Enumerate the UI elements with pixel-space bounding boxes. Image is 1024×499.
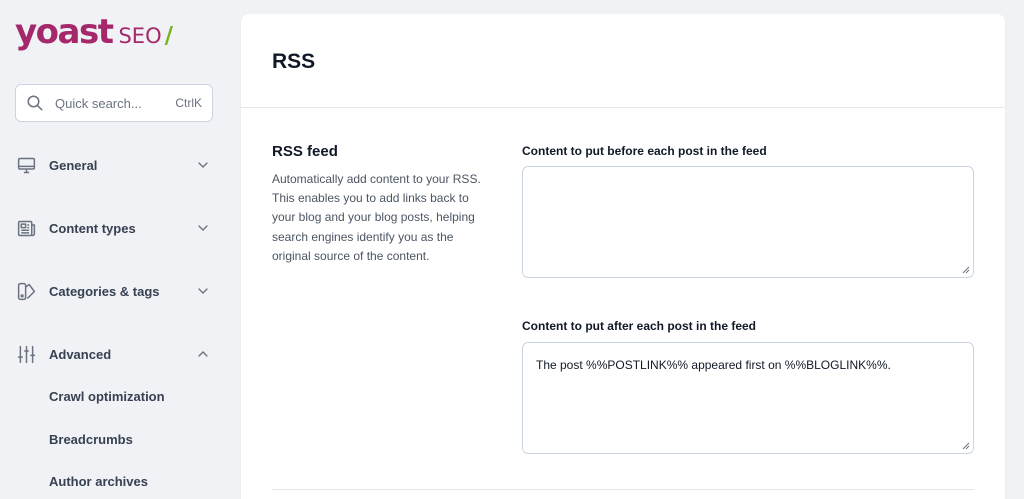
search-icon — [27, 95, 43, 111]
chevron-up-icon — [198, 351, 208, 357]
sidebar: yoast SEO / Quick search... CtrlK Genera… — [0, 0, 228, 499]
logo-product: SEO — [118, 24, 162, 48]
logo-wordmark: yoast — [15, 12, 114, 52]
sidebar-item-content-types[interactable]: Content types — [15, 213, 213, 243]
sidebar-subitem-author-archives[interactable]: Author archives — [49, 474, 148, 489]
sidebar-item-advanced[interactable]: Advanced — [15, 339, 213, 369]
page-title: RSS — [272, 50, 316, 73]
resize-handle-icon[interactable] — [962, 266, 970, 274]
chevron-down-icon — [198, 288, 208, 294]
after-post-label: Content to put after each post in the fe… — [522, 319, 757, 333]
search-placeholder: Quick search... — [55, 95, 142, 111]
search-shortcut-hint: CtrlK — [175, 96, 202, 110]
sidebar-item-label: Categories & tags — [49, 283, 160, 299]
yoast-seo-logo[interactable]: yoast SEO / — [15, 10, 173, 54]
resize-handle-icon[interactable] — [962, 442, 970, 450]
sidebar-item-general[interactable]: General — [15, 150, 213, 180]
newspaper-icon — [15, 217, 37, 239]
tag-swatch-icon — [15, 280, 37, 302]
section-title: RSS feed — [272, 143, 338, 160]
section-description: Automatically add content to your RSS. T… — [272, 172, 481, 263]
logo-slash: / — [164, 23, 174, 49]
sidebar-item-label: General — [49, 157, 98, 173]
divider — [241, 107, 1005, 108]
before-post-textarea[interactable] — [522, 166, 974, 278]
sidebar-item-label: Advanced — [49, 346, 112, 362]
sliders-icon — [15, 343, 37, 365]
before-post-label: Content to put before each post in the f… — [522, 144, 767, 158]
sidebar-subitem-breadcrumbs[interactable]: Breadcrumbs — [49, 432, 133, 447]
chevron-down-icon — [198, 225, 208, 231]
sidebar-subitem-crawl-optimization[interactable]: Crawl optimization — [49, 389, 165, 404]
quick-search-button[interactable]: Quick search... CtrlK — [15, 84, 213, 122]
chevron-down-icon — [198, 162, 208, 168]
monitor-icon — [15, 154, 37, 176]
divider — [272, 489, 974, 490]
after-post-textarea[interactable]: The post %%POSTLINK%% appeared first on … — [522, 342, 974, 454]
textarea-value: The post %%POSTLINK%% appeared first on … — [536, 358, 891, 372]
settings-card: RSS RSS feed Automatically add content t… — [241, 14, 1005, 499]
sidebar-item-label: Content types — [49, 220, 136, 236]
sidebar-item-categories-tags[interactable]: Categories & tags — [15, 276, 213, 306]
